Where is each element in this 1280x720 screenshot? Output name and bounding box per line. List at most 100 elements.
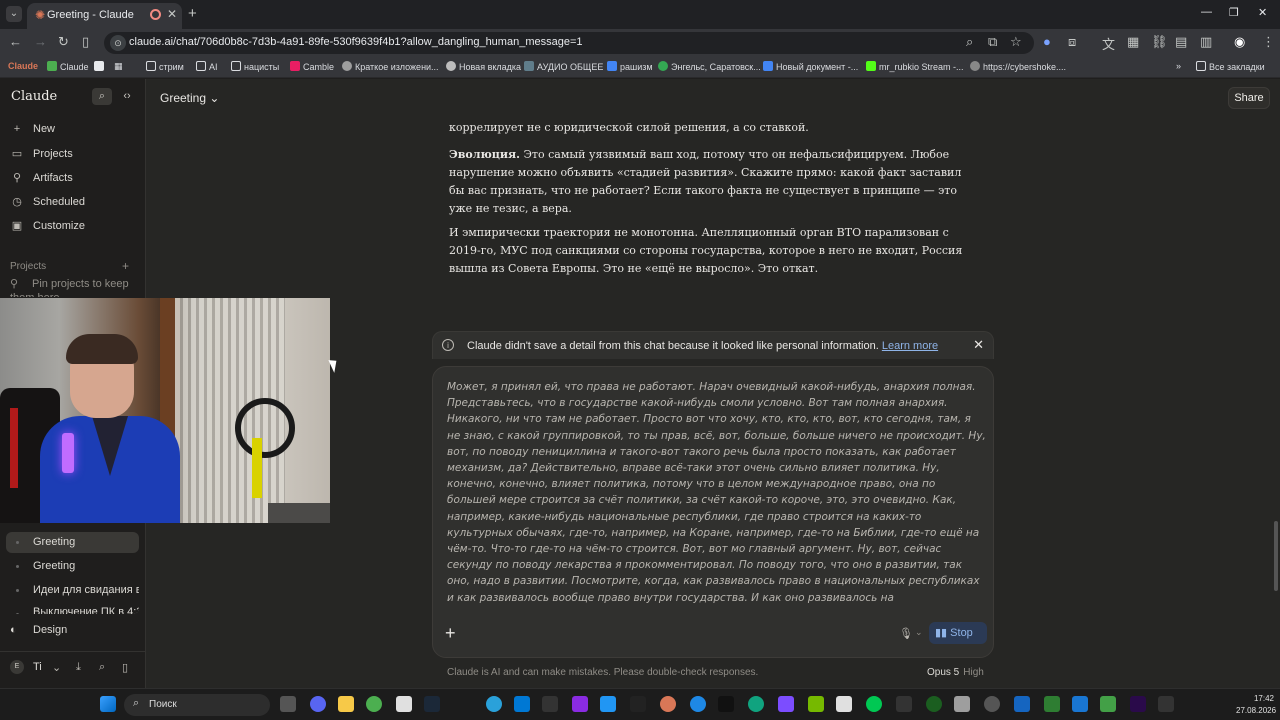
app-icon[interactable] [1158,696,1174,712]
browser-tab[interactable]: ✺ Greeting - Claude ✕ [27,3,182,29]
bookmark-summary[interactable]: Краткое изложени... [342,61,439,72]
bookmark-folder-nazis[interactable]: нацисты [231,61,279,72]
apps-grid-icon[interactable]: ▦ [114,61,123,72]
model-selector[interactable]: Opus 5 High [927,667,984,678]
chat-title-dropdown[interactable]: Greeting ⌄ [160,91,219,105]
side-panel-icon[interactable]: ▥ [1200,34,1212,50]
telegram-icon[interactable] [486,696,502,712]
terminal-icon[interactable] [542,696,558,712]
stop-button[interactable]: ▮▮ Stop [929,622,987,644]
window-close-icon[interactable]: ✕ [1258,6,1267,19]
taskbar-search[interactable]: ⌕ Поиск [124,694,270,716]
share-button[interactable]: Share [1228,87,1270,109]
chevron-down-icon[interactable]: ⌄ [915,627,923,638]
bookmark-engels[interactable]: Энгельс, Саратовск... [658,61,761,72]
app-icon[interactable] [690,696,706,712]
bookmark-star-icon[interactable]: ☆ [1010,34,1022,50]
bookmark-new-doc[interactable]: Новый документ -... [763,61,858,72]
recent-chat-item[interactable]: Greeting [6,556,139,577]
chat-mode-icon[interactable]: ⌕ [92,88,112,105]
chevron-down-icon[interactable]: ⌄ [52,661,61,674]
avatar[interactable]: E [10,660,24,674]
nav-scheduled[interactable]: ◷ Scheduled [10,195,85,208]
reload-icon[interactable]: ↻ [58,34,69,50]
close-icon[interactable]: ✕ [973,337,984,353]
file-explorer-icon[interactable] [338,696,354,712]
link-icon[interactable]: ⛓ [1151,34,1168,50]
start-icon[interactable] [100,696,116,712]
nav-projects[interactable]: ▭ Projects [10,147,73,160]
bookmarks-overflow-icon[interactable]: » [1176,61,1181,71]
search-icon[interactable]: ⌕ [99,661,105,674]
bookmark-new-tab[interactable]: Новая вкладка [446,61,521,72]
extensions-puzzle-icon[interactable]: ⧈ [1068,34,1076,50]
chatgpt-icon[interactable] [748,696,764,712]
app-icon[interactable] [954,696,970,712]
all-bookmarks[interactable]: Все закладки [1196,61,1265,72]
bookmark-blank[interactable] [94,61,107,72]
nav-artifacts[interactable]: ⚲ Artifacts [10,171,73,184]
app-icon[interactable] [718,696,734,712]
bookmark-cybershoke[interactable]: https://cybershoke.... [970,61,1066,72]
bookmark-audio[interactable]: АУДИО ОБЩЕЕ [524,61,603,72]
zoom-icon[interactable]: ⌕ [966,34,973,50]
steam-icon[interactable] [424,696,440,712]
chrome-icon[interactable] [366,696,382,712]
app-icon[interactable] [572,696,588,712]
clock[interactable]: 17:42 27.08.2026 [1236,693,1276,717]
store-icon[interactable] [514,696,530,712]
brand-logo[interactable]: Claude [11,89,57,104]
premiere-icon[interactable] [1130,696,1146,712]
translate-icon[interactable]: 文 [1102,34,1115,53]
collapse-sidebar-icon[interactable]: ▯ [122,661,128,674]
bookmark-rashism[interactable]: рашизм [607,61,653,72]
profile-icon[interactable]: ◉ [1234,34,1245,50]
recent-chat-item[interactable]: Идеи для свидания во [6,580,139,601]
tab-search-icon[interactable]: ⌄ [6,6,22,22]
app-icon[interactable] [1072,696,1088,712]
discord-icon[interactable] [310,696,326,712]
forward-icon[interactable]: → [34,34,47,49]
bookmark-kick[interactable]: mr_rubkio Stream -... [866,61,964,72]
code-mode-icon[interactable]: ‹› [117,88,137,105]
nav-design[interactable]: ◐ Design [10,624,67,636]
app-icon[interactable] [984,696,1000,712]
install-icon[interactable]: ⧉ [988,34,997,50]
microphone-icon[interactable]: 🎙 [899,627,913,640]
recent-chat-item[interactable]: Выключение ПК в 4:3 [6,604,139,614]
app-icon[interactable] [896,696,912,712]
recent-chat-item[interactable]: Greeting [6,532,139,553]
learn-more-link[interactable]: Learn more [882,340,938,352]
restore-icon[interactable]: ❐ [1229,6,1239,19]
app-icon[interactable] [1044,696,1060,712]
app-icon[interactable] [836,696,852,712]
composer-input[interactable]: Может, я принял ей, что права не работаю… [447,379,987,609]
nvidia-icon[interactable] [808,696,824,712]
message-composer[interactable]: Может, я принял ей, что права не работаю… [432,366,994,658]
menu-icon[interactable]: ⋮ [1262,34,1275,50]
tab-close-icon[interactable]: ✕ [167,7,177,21]
back-icon[interactable]: ← [9,34,22,49]
apps-icon[interactable]: ▦ [1127,34,1139,50]
bookmark-claude-1[interactable]: Claude [8,61,38,71]
scrollbar[interactable] [1274,521,1278,591]
nav-new[interactable]: + New [10,123,55,135]
bookmark-claude-2[interactable]: Claude [47,61,89,72]
app-icon[interactable] [630,696,646,712]
notepad-icon[interactable] [396,696,412,712]
new-tab-icon[interactable]: + [188,5,197,22]
tab-groups-icon[interactable]: ▤ [1175,34,1187,50]
claude-app-icon[interactable] [660,696,676,712]
app-icon[interactable] [778,696,794,712]
user-name[interactable]: Ti [33,661,42,673]
extension-icon[interactable]: ● [1043,34,1051,49]
sidebar-toggle-icon[interactable]: ▯ [82,34,89,50]
task-view-icon[interactable] [280,696,296,712]
nav-customize[interactable]: ▣ Customize [10,219,85,232]
add-project-icon[interactable]: + [122,259,129,273]
bookmark-folder-ai[interactable]: AI [196,61,218,72]
minimize-icon[interactable]: — [1201,6,1212,18]
bookmark-folder-stream[interactable]: стрим [146,61,184,72]
app-icon[interactable] [866,696,882,712]
download-icon[interactable]: ⤓ [76,661,81,674]
